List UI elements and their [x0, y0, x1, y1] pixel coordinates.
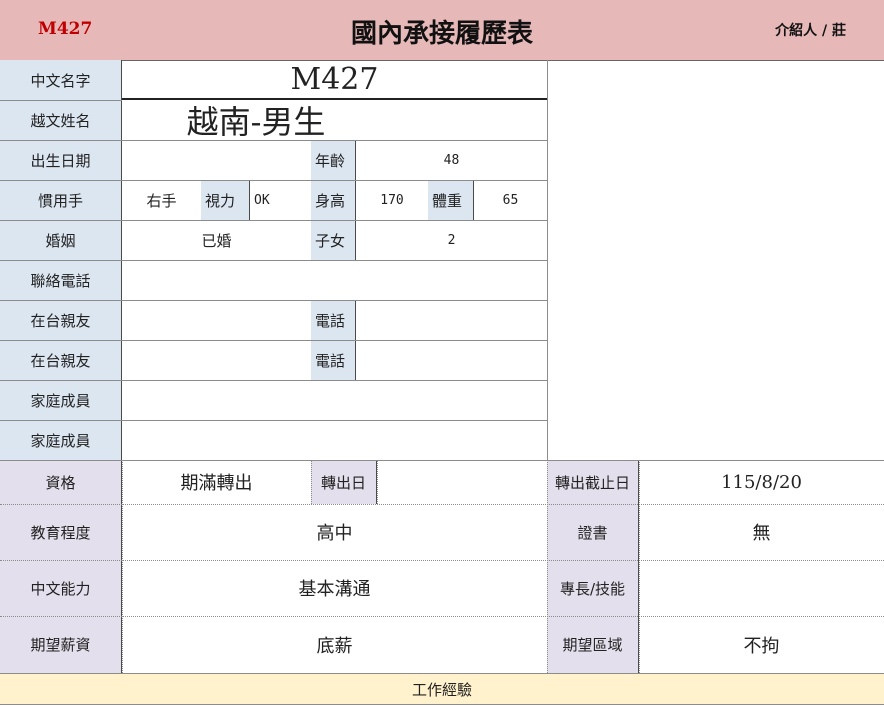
photo-area [547, 60, 884, 460]
grid-line [0, 380, 547, 381]
label-family-2: 家庭成員 [0, 420, 122, 460]
value-transfer-deadline[interactable]: 115/8/20 [639, 460, 884, 504]
label-relative-1: 在台親友 [0, 300, 122, 340]
value-family-2[interactable] [122, 420, 547, 460]
label-chinese-name: 中文名字 [0, 60, 122, 100]
value-education[interactable]: 高中 [122, 504, 547, 560]
grid-line [122, 460, 123, 673]
grid-line [311, 460, 312, 504]
label-weight: 體重 [428, 180, 474, 220]
grid-line [0, 504, 884, 505]
value-height[interactable]: 170 [356, 180, 428, 220]
label-height: 身高 [311, 180, 356, 220]
value-salary[interactable]: 底薪 [122, 616, 547, 673]
value-relative-1[interactable] [122, 300, 311, 340]
value-chinese-ability[interactable]: 基本溝通 [122, 560, 547, 616]
label-transfer-date: 轉出日 [311, 460, 377, 504]
grid-line [0, 300, 547, 301]
grid-line [0, 260, 547, 261]
label-skills: 專長/技能 [547, 560, 639, 616]
value-transfer-date[interactable] [377, 460, 547, 504]
label-vision: 視力 [201, 180, 250, 220]
label-chinese-ability: 中文能力 [0, 560, 122, 616]
grid-line [0, 560, 884, 561]
grid-line [0, 420, 547, 421]
label-marriage: 婚姻 [0, 220, 122, 260]
value-age[interactable]: 48 [356, 140, 547, 180]
grid-line [0, 616, 884, 617]
label-children: 子女 [311, 220, 356, 260]
grid-line [0, 180, 547, 181]
grid-line [0, 140, 547, 141]
resume-sheet: M427 國內承接履歷表 介紹人 / 莊 中文名字 M427 越文姓名 越南-男… [0, 0, 884, 707]
value-children[interactable]: 2 [356, 220, 547, 260]
label-phone-2: 電話 [311, 340, 356, 380]
label-contact: 聯絡電話 [0, 260, 122, 300]
value-weight[interactable]: 65 [474, 180, 547, 220]
work-experience-label: 工作經驗 [411, 680, 472, 699]
value-marriage[interactable]: 已婚 [122, 220, 311, 260]
label-qualification: 資格 [0, 460, 122, 504]
value-phone-1[interactable] [356, 300, 547, 340]
grid-line [547, 60, 548, 460]
value-relative-2[interactable] [122, 340, 311, 380]
label-hand: 慣用手 [0, 180, 122, 220]
label-salary: 期望薪資 [0, 616, 122, 673]
header-bar: M427 國內承接履歷表 介紹人 / 莊 [0, 0, 884, 61]
label-age: 年齡 [311, 140, 356, 180]
value-certificate[interactable]: 無 [639, 504, 884, 560]
value-phone-2[interactable] [356, 340, 547, 380]
label-birth: 出生日期 [0, 140, 122, 180]
grid-line [0, 100, 122, 101]
label-region: 期望區域 [547, 616, 639, 673]
value-qualification[interactable]: 期滿轉出 [122, 460, 311, 504]
label-phone-1: 電話 [311, 300, 356, 340]
value-vision[interactable]: OK [250, 180, 311, 220]
value-chinese-name[interactable]: M427 [122, 60, 547, 100]
label-education: 教育程度 [0, 504, 122, 560]
grid-line [639, 460, 640, 673]
value-region[interactable]: 不拘 [639, 616, 884, 673]
value-family-1[interactable] [122, 380, 547, 420]
value-hand[interactable]: 右手 [122, 180, 201, 220]
label-certificate: 證書 [547, 504, 639, 560]
label-relative-2: 在台親友 [0, 340, 122, 380]
grid-line [0, 460, 884, 461]
page-title: 國內承接履歷表 [350, 19, 533, 49]
grid-line [0, 340, 547, 341]
label-vn-name: 越文姓名 [0, 100, 122, 140]
label-transfer-deadline: 轉出截止日 [547, 460, 639, 504]
value-birth[interactable] [122, 140, 311, 180]
value-vn-name[interactable]: 越南-男生 [122, 100, 390, 141]
value-skills[interactable] [639, 560, 884, 616]
value-contact[interactable] [122, 260, 547, 300]
work-experience-header: 工作經驗 [0, 673, 884, 705]
label-family-1: 家庭成員 [0, 380, 122, 420]
grid-line [547, 460, 548, 673]
grid-line [0, 220, 547, 221]
grid-line [377, 460, 378, 504]
introducer-text: 介紹人 / 莊 [775, 23, 846, 39]
